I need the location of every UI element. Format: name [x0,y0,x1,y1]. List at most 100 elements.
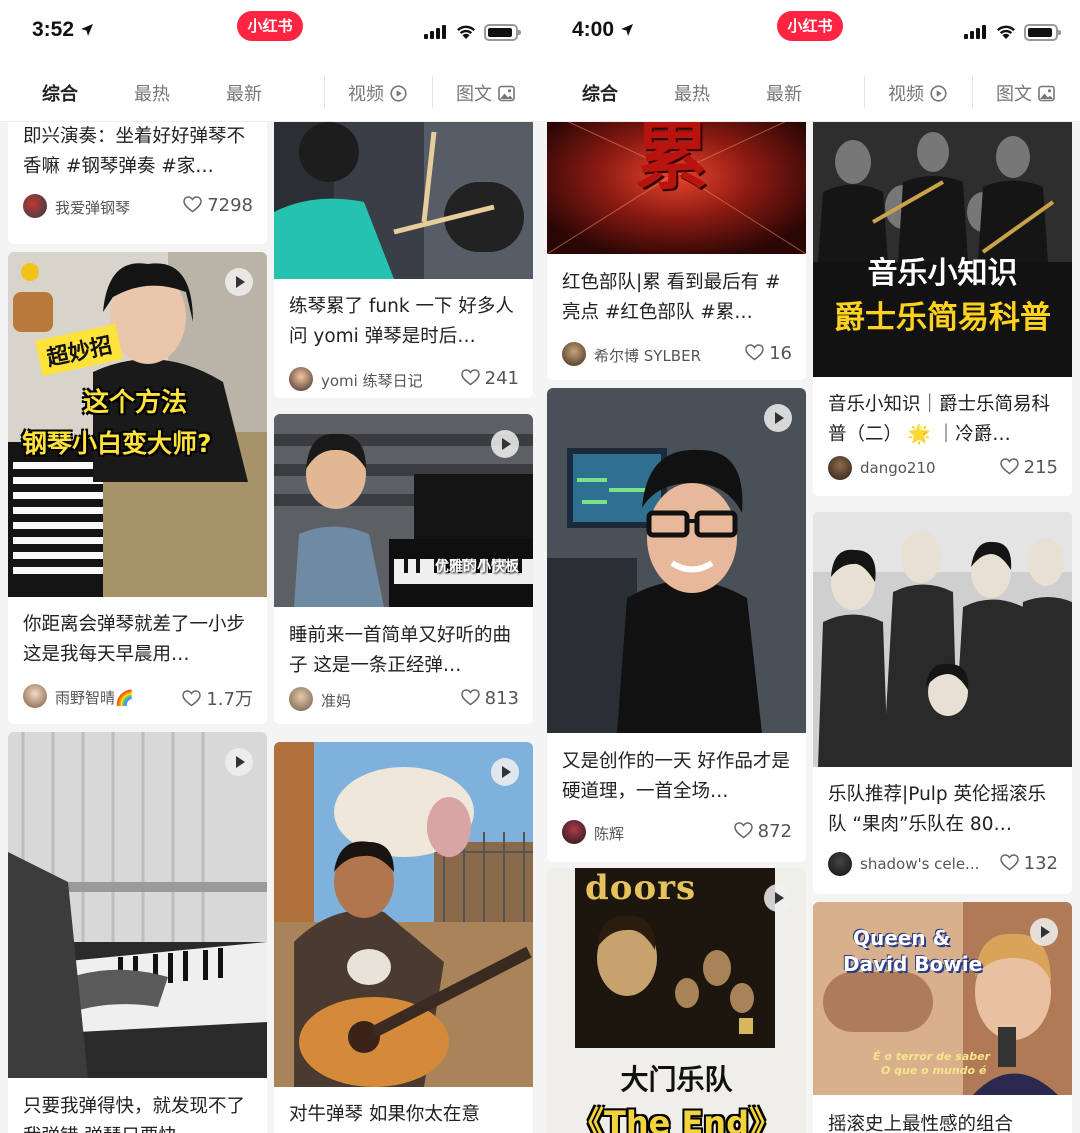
filter-tabs: 综合 最热 最新 视频 图文 [540,62,1080,122]
avatar[interactable] [562,342,586,366]
author-name[interactable]: 雨野智晴🌈 [55,687,134,708]
overlay-text: doors [585,868,697,908]
author-name[interactable]: 我爱弹钢琴 [55,197,130,218]
author-name[interactable]: yomi 练琴日记 [321,370,423,391]
note-cover-image [8,732,267,1078]
phone-screen-right: 4:00 小红书 综合 最热 最新 视频 图文 累 红色部队|累 看到最后有 #… [540,0,1080,1133]
note-title: 又是创作的一天 好作品才是硬道理，一首全场… [562,751,790,802]
status-bar: 3:52 小红书 [0,0,540,62]
like-button[interactable]: 813 [460,688,519,709]
note-card[interactable]: 练琴累了 funk 一下 好多人问 yomi 弹琴是时后… yomi 练琴日记 … [274,122,533,398]
video-play-icon [225,268,253,296]
note-meta: 准妈 813 [289,687,519,713]
avatar[interactable] [289,687,313,711]
video-play-icon [491,430,519,458]
note-title: 睡前来一首简单又好听的曲子 这是一条正经弹… [289,625,512,676]
note-feed: 即兴演奏：坐着好好弹琴不香嘛 #钢琴弹奏 #家… 我爱弹钢琴 7298 练琴累了… [0,122,540,1133]
video-play-icon [491,758,519,786]
overlay-text: Queen & [853,926,951,950]
note-cover-image: 累 [547,122,806,254]
heart-icon [183,196,202,213]
like-button[interactable]: 215 [999,457,1058,478]
overlay-text: 累 [635,122,709,200]
note-card[interactable]: doors 大门乐队 《The End》 [547,868,806,1133]
like-button[interactable]: 241 [460,368,519,389]
author-name[interactable]: shadow's cele... [860,855,979,873]
tab-comprehensive[interactable]: 综合 [582,80,618,106]
overlay-text: É o terror de saber [873,1050,991,1063]
overlay-text: 《The End》 [571,1104,781,1133]
tab-hottest[interactable]: 最热 [134,80,170,106]
tab-divider [864,76,865,108]
heart-icon [460,369,480,386]
overlay-text: 钢琴小白变大师? [22,429,212,458]
note-card[interactable]: 累 红色部队|累 看到最后有 #亮点 #红色部队 #累… 希尔博 SYLBER … [547,122,806,380]
avatar[interactable] [289,367,313,391]
avatar[interactable] [23,684,47,708]
like-count: 215 [1023,457,1058,478]
tab-video[interactable]: 视频 [888,80,947,106]
note-card[interactable]: 对牛弹琴 如果你太在意 [274,742,533,1133]
wifi-icon [457,25,475,39]
battery-icon [1024,24,1061,41]
like-count: 813 [484,688,519,709]
note-meta: shadow's cele... 132 [828,852,1058,878]
like-count: 1.7万 [206,689,253,710]
like-button[interactable]: 1.7万 [182,685,253,711]
note-card[interactable]: 即兴演奏：坐着好好弹琴不香嘛 #钢琴弹奏 #家… 我爱弹钢琴 7298 [8,122,267,244]
overlay-text: O que o mundo é [881,1064,987,1077]
overlay-text: 音乐小知识 [867,256,1018,291]
note-meta: 希尔博 SYLBER 16 [562,342,792,368]
tab-video[interactable]: 视频 [348,80,407,106]
heart-icon [745,344,764,361]
like-button[interactable]: 7298 [183,195,253,216]
author-name[interactable]: 陈辉 [594,823,624,844]
play-circle-icon [930,85,947,102]
note-card[interactable]: 超妙招 这个方法 钢琴小白变大师? 你距离会弹琴就差了一小步 这是我每天早晨用…… [8,252,267,724]
avatar[interactable] [23,194,47,218]
note-card[interactable]: 又是创作的一天 好作品才是硬道理，一首全场… 陈辉 872 [547,388,806,862]
note-title: 红色部队|累 看到最后有 #亮点 #红色部队 #累… [562,272,781,323]
image-icon [1038,85,1055,102]
like-count: 7298 [207,195,253,216]
heart-icon [999,854,1019,871]
tab-divider [432,76,433,108]
video-play-icon [1030,918,1058,946]
like-button[interactable]: 16 [745,343,792,364]
author-name[interactable]: 希尔博 SYLBER [594,345,701,366]
note-cover-image [274,122,533,279]
note-title: 对牛弹琴 如果你太在意 [289,1104,480,1125]
note-meta: 我爱弹钢琴 7298 [23,194,253,220]
tab-hottest[interactable]: 最热 [674,80,710,106]
like-button[interactable]: 132 [999,853,1058,874]
video-play-icon [764,404,792,432]
tab-newest[interactable]: 最新 [226,80,262,106]
note-meta: yomi 练琴日记 241 [289,367,519,393]
note-card[interactable]: 乐队推荐|Pulp 英伦摇滚乐队 “果肉”乐队在 80… shadow's ce… [813,512,1072,894]
tab-newest[interactable]: 最新 [766,80,802,106]
note-card[interactable]: 音乐小知识 爵士乐简易科普 音乐小知识｜爵士乐简易科普（二） 🌟 ｜冷爵… da… [813,122,1072,496]
image-icon [498,85,515,102]
status-time: 3:52 [32,18,94,42]
video-play-icon [225,748,253,776]
avatar[interactable] [562,820,586,844]
avatar[interactable] [828,852,852,876]
tab-image-text[interactable]: 图文 [456,80,515,106]
cellular-signal-icon [424,25,446,39]
like-button[interactable]: 872 [733,821,792,842]
author-name[interactable]: 准妈 [321,690,351,711]
author-name[interactable]: dango210 [860,459,936,477]
note-title: 乐队推荐|Pulp 英伦摇滚乐队 “果肉”乐队在 80… [828,784,1047,835]
wifi-icon [997,25,1015,39]
tab-comprehensive[interactable]: 综合 [42,80,78,106]
note-card[interactable]: 只要我弹得快，就发现不了我弹错 弹琴只要快 [8,732,267,1133]
note-card[interactable]: Queen & David Bowie É o terror de saber … [813,902,1072,1133]
tab-image-text[interactable]: 图文 [996,80,1055,106]
note-card[interactable]: 优雅的小快板 睡前来一首简单又好听的曲子 这是一条正经弹… 准妈 813 [274,414,533,724]
avatar[interactable] [828,456,852,480]
tab-video-label: 视频 [888,84,924,105]
overlay-text: 爵士乐简易科普 [834,300,1051,336]
like-count: 132 [1023,853,1058,874]
tab-image-text-label: 图文 [996,84,1032,105]
status-bar: 4:00 小红书 [540,0,1080,62]
